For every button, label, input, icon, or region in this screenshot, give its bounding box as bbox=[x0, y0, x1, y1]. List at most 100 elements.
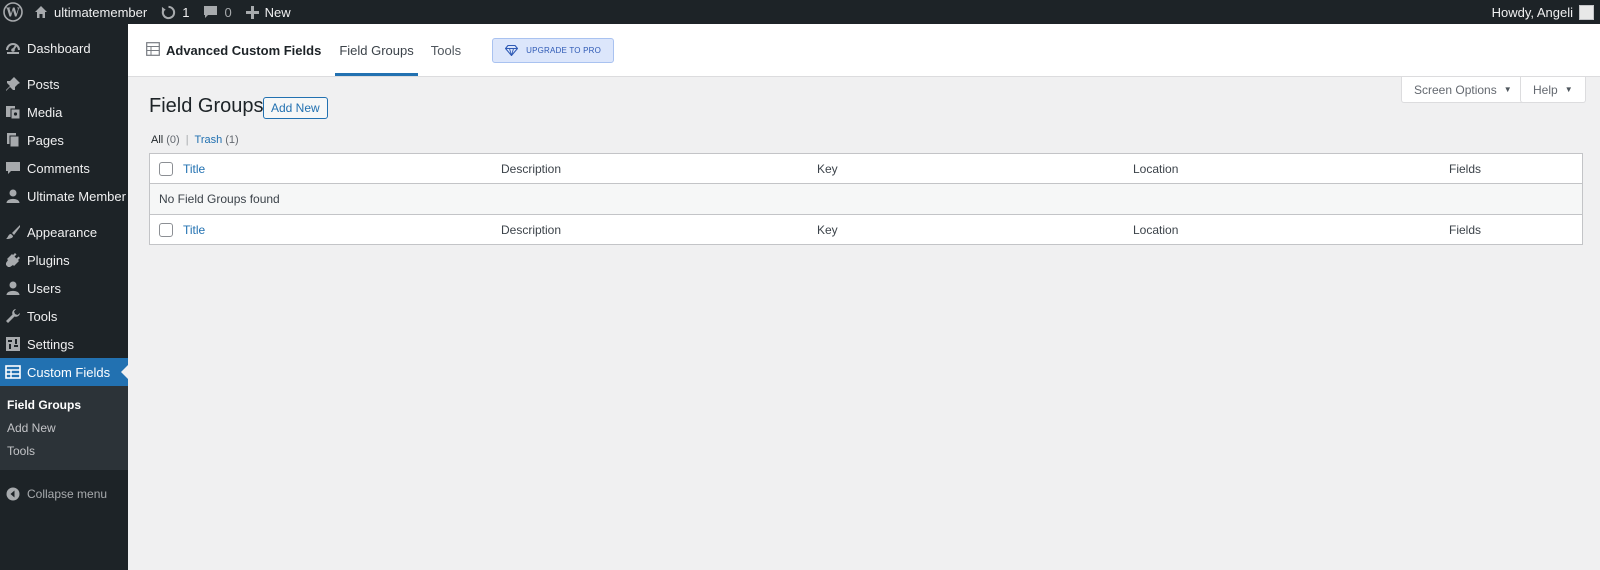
menu-label: Settings bbox=[27, 336, 74, 352]
svg-text:W: W bbox=[5, 6, 20, 20]
submenu-tools[interactable]: Tools bbox=[0, 439, 128, 462]
menu-label: Dashboard bbox=[27, 40, 91, 56]
column-title[interactable]: Title bbox=[183, 223, 205, 237]
menu-label: Posts bbox=[27, 76, 60, 92]
filter-separator: | bbox=[185, 134, 189, 146]
menu-label: Comments bbox=[27, 160, 90, 176]
plugin-icon bbox=[5, 252, 21, 268]
acf-brand: Advanced Custom Fields bbox=[146, 24, 321, 76]
column-description: Description bbox=[501, 162, 562, 176]
updates-icon bbox=[162, 5, 176, 19]
column-title[interactable]: Title bbox=[183, 162, 205, 176]
upgrade-label: UPGRADE TO PRO bbox=[526, 45, 602, 55]
user-icon bbox=[5, 188, 21, 204]
brush-icon bbox=[5, 224, 21, 240]
comment-icon bbox=[204, 6, 218, 18]
menu-label: Plugins bbox=[27, 252, 70, 268]
collapse-menu-button[interactable]: Collapse menu bbox=[0, 480, 128, 508]
table-icon bbox=[5, 364, 21, 380]
wordpress-logo-icon[interactable]: W bbox=[0, 0, 27, 24]
comments-count: 0 bbox=[224, 4, 232, 20]
updates-count: 1 bbox=[182, 4, 190, 20]
tab-field-groups[interactable]: Field Groups bbox=[335, 24, 418, 76]
column-location: Location bbox=[1133, 162, 1179, 176]
diamond-icon bbox=[505, 44, 519, 56]
menu-label: Tools bbox=[27, 308, 58, 324]
caret-down-icon: ▼ bbox=[1503, 85, 1512, 94]
caret-down-icon: ▼ bbox=[1564, 85, 1573, 94]
page-title: Field Groups bbox=[149, 95, 264, 117]
table-header-row: Title Description Key Location Fields bbox=[150, 154, 1582, 184]
menu-item-plugins[interactable]: Plugins bbox=[0, 246, 128, 274]
new-content-link[interactable]: New bbox=[239, 0, 298, 24]
greeting: Howdy, Angeli bbox=[1491, 4, 1573, 20]
submenu-add-new[interactable]: Add New bbox=[0, 416, 128, 439]
filter-all-count: (0) bbox=[166, 134, 180, 146]
help-button[interactable]: Help ▼ bbox=[1520, 77, 1586, 103]
users-icon bbox=[5, 280, 21, 296]
media-icon bbox=[5, 104, 21, 120]
new-label: New bbox=[264, 4, 291, 20]
plus-icon bbox=[245, 5, 259, 19]
comments-link[interactable]: 0 bbox=[196, 0, 238, 24]
select-all-checkbox[interactable] bbox=[159, 162, 173, 176]
filter-all[interactable]: All bbox=[151, 134, 163, 146]
dashboard-icon bbox=[5, 40, 21, 56]
empty-row: No Field Groups found bbox=[150, 184, 1582, 214]
filter-trash[interactable]: Trash bbox=[195, 134, 223, 146]
collapse-icon bbox=[5, 486, 21, 502]
screen-options-label: Screen Options bbox=[1414, 82, 1497, 97]
acf-brand-label: Advanced Custom Fields bbox=[166, 42, 322, 58]
screen-options-button[interactable]: Screen Options ▼ bbox=[1401, 77, 1525, 103]
add-new-button[interactable]: Add New bbox=[263, 97, 328, 119]
custom-fields-submenu: Field Groups Add New Tools bbox=[0, 386, 128, 470]
menu-item-posts[interactable]: Posts bbox=[0, 70, 128, 98]
site-name: ultimatemember bbox=[54, 4, 148, 20]
menu-item-users[interactable]: Users bbox=[0, 274, 128, 302]
settings-icon bbox=[5, 336, 21, 352]
site-name-link[interactable]: ultimatemember bbox=[27, 0, 154, 24]
submenu-field-groups[interactable]: Field Groups bbox=[0, 393, 128, 416]
admin-menu: Dashboard Posts Media Pages Comments Ult… bbox=[0, 24, 128, 570]
select-all-checkbox-footer[interactable] bbox=[159, 223, 173, 237]
avatar bbox=[1579, 4, 1594, 20]
pages-icon bbox=[5, 132, 21, 148]
tab-tools[interactable]: Tools bbox=[427, 24, 465, 76]
acf-admin-toolbar: Advanced Custom Fields Field Groups Tool… bbox=[128, 24, 1600, 77]
updates-link[interactable]: 1 bbox=[154, 0, 196, 24]
column-location: Location bbox=[1133, 223, 1179, 237]
upgrade-to-pro-button[interactable]: UPGRADE TO PRO bbox=[492, 37, 615, 63]
table-footer-row: Title Description Key Location Fields bbox=[150, 214, 1582, 244]
menu-item-tools[interactable]: Tools bbox=[0, 302, 128, 330]
menu-item-comments[interactable]: Comments bbox=[0, 154, 128, 182]
menu-label: Users bbox=[27, 280, 61, 296]
menu-label: Pages bbox=[27, 132, 64, 148]
column-fields: Fields bbox=[1449, 223, 1482, 237]
menu-item-settings[interactable]: Settings bbox=[0, 330, 128, 358]
help-label: Help bbox=[1533, 82, 1558, 97]
menu-item-media[interactable]: Media bbox=[0, 98, 128, 126]
menu-item-appearance[interactable]: Appearance bbox=[0, 218, 128, 246]
home-icon bbox=[35, 6, 47, 18]
filter-trash-count: (1) bbox=[225, 134, 239, 146]
menu-label: Ultimate Member bbox=[27, 188, 126, 204]
empty-message: No Field Groups found bbox=[159, 192, 280, 206]
menu-item-custom-fields[interactable]: Custom Fields bbox=[0, 358, 128, 386]
wrench-icon bbox=[5, 308, 21, 324]
column-fields: Fields bbox=[1449, 162, 1482, 176]
menu-item-pages[interactable]: Pages bbox=[0, 126, 128, 154]
comment-icon bbox=[5, 160, 21, 176]
status-filters: All (0) | Trash (1) bbox=[151, 134, 239, 146]
column-description: Description bbox=[501, 223, 562, 237]
column-key: Key bbox=[817, 223, 838, 237]
acf-table-icon bbox=[146, 41, 160, 59]
menu-label: Appearance bbox=[27, 224, 98, 240]
my-account-link[interactable]: Howdy, Angeli bbox=[1485, 0, 1600, 24]
menu-item-ultimate-member[interactable]: Ultimate Member bbox=[0, 182, 128, 210]
menu-label: Media bbox=[27, 104, 63, 120]
menu-item-dashboard[interactable]: Dashboard bbox=[0, 34, 128, 62]
menu-label: Custom Fields bbox=[27, 364, 111, 380]
field-groups-table: Title Description Key Location Fields No… bbox=[149, 153, 1583, 245]
admin-bar: W ultimatemember 1 0 New Howdy, Angeli bbox=[0, 0, 1600, 24]
pushpin-icon bbox=[5, 76, 21, 92]
